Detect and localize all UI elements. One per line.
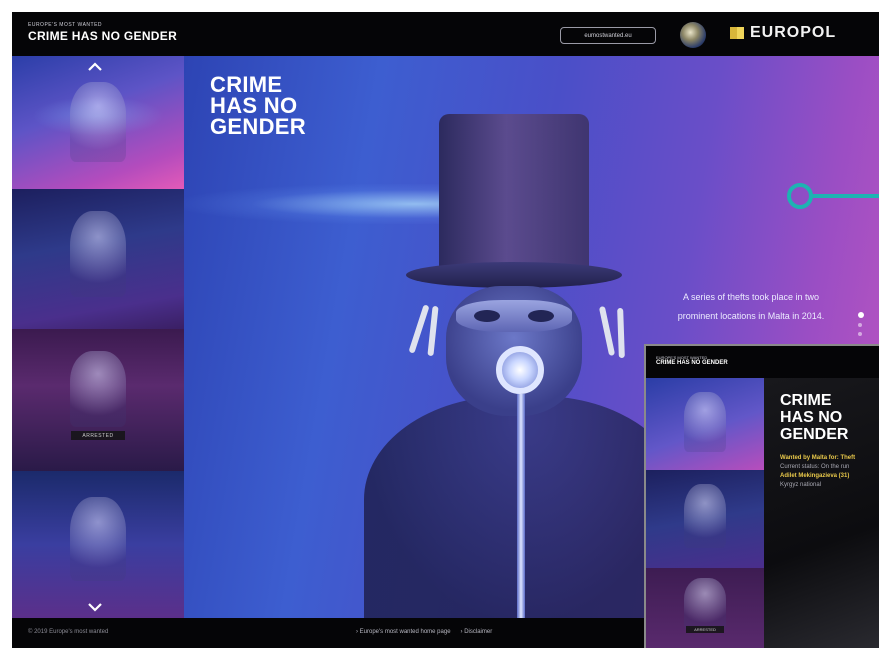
mobile-main: CRIME HAS NO GENDER Wanted by Malta for:… (764, 378, 879, 648)
cane-ring (496, 346, 544, 394)
key-icon (427, 305, 439, 357)
mobile-sidebar: ARRESTED (646, 378, 764, 648)
wanted-for-line: Wanted by Malta for: Theft (780, 455, 856, 461)
europol-mark-icon (730, 27, 744, 39)
cane (517, 394, 525, 618)
thumbnail-figure (684, 392, 726, 452)
key-icon (408, 304, 430, 354)
mobile-title-line: CRIME (780, 392, 832, 409)
pagination-dot[interactable] (858, 323, 862, 327)
pagination-dot[interactable] (858, 332, 862, 336)
copyright-text: © 2019 Europe's most wanted (28, 629, 109, 635)
mobile-preview: EUROPE'S MOST WANTED CRIME HAS NO GENDER… (644, 344, 879, 648)
europol-logo[interactable]: EUROPOL (730, 24, 836, 42)
hero-title-line: HAS NO (210, 93, 298, 118)
mobile-profile-info: Wanted by Malta for: Theft Current statu… (780, 454, 879, 490)
arrested-badge: ARRESTED (71, 431, 125, 440)
nationality-line: Kyrgyz national (780, 482, 822, 488)
profile-sidebar: ARRESTED (12, 56, 184, 618)
thumbnail-figure (70, 82, 126, 162)
status-line: Current status: On the run (780, 464, 850, 470)
mask-eye-left (474, 310, 500, 322)
brand-title: CRIME HAS NO GENDER (28, 29, 178, 43)
eu-seal-icon (680, 22, 706, 48)
hero-title-line: GENDER (210, 114, 306, 139)
hero-title: CRIME HAS NO GENDER (210, 72, 306, 139)
thumbnail-figure (684, 578, 726, 630)
pagination-dot-active[interactable] (858, 312, 864, 318)
profile-thumbnail-1[interactable] (12, 56, 184, 189)
profile-thumbnail-3[interactable]: ARRESTED (12, 329, 184, 471)
site-brand[interactable]: EUROPE'S MOST WANTED CRIME HAS NO GENDER (28, 22, 177, 43)
top-hat-brim (406, 262, 622, 288)
thumbnail-figure (684, 484, 726, 548)
chevron-up-icon[interactable] (88, 60, 102, 74)
mobile-thumbnail-2[interactable] (646, 470, 764, 568)
chevron-down-icon[interactable] (88, 600, 102, 614)
key-icon (598, 305, 616, 357)
thumbnail-figure (70, 497, 126, 581)
thumbnail-figure (70, 211, 126, 297)
site-url-button[interactable]: eumostwanted.eu (560, 27, 656, 44)
mobile-title: CRIME HAS NO GENDER (780, 392, 848, 443)
key-icon (617, 307, 625, 359)
europol-logo-text: EUROPOL (750, 24, 837, 41)
top-hat (439, 114, 589, 272)
timeline-connector-line (811, 194, 879, 198)
top-bar: EUROPE'S MOST WANTED CRIME HAS NO GENDER… (12, 12, 879, 56)
mobile-arrested-badge: ARRESTED (686, 626, 724, 633)
mobile-title-line: GENDER (780, 426, 849, 443)
hero-title-line: CRIME (210, 72, 283, 97)
mobile-thumbnail-3[interactable]: ARRESTED (646, 568, 764, 648)
profile-thumbnail-2[interactable] (12, 189, 184, 329)
mobile-title-line: HAS NO (780, 409, 843, 426)
mobile-top-bar: EUROPE'S MOST WANTED CRIME HAS NO GENDER (646, 346, 879, 378)
brand-subtitle: EUROPE'S MOST WANTED (28, 22, 103, 28)
mobile-thumbnail-1[interactable] (646, 378, 764, 470)
footer-links: › Europe's most wanted home page › Discl… (356, 629, 492, 635)
thumbnail-figure (70, 351, 126, 427)
mobile-brand[interactable]: EUROPE'S MOST WANTED CRIME HAS NO GENDER (656, 355, 728, 366)
timeline-ring-icon[interactable] (787, 183, 813, 209)
mask-eye-right (528, 310, 554, 322)
home-page-link[interactable]: › Europe's most wanted home page (356, 629, 451, 635)
profile-thumbnail-4[interactable] (12, 471, 184, 618)
disclaimer-link[interactable]: › Disclaimer (461, 629, 493, 635)
suspect-name: Adilet Mekingazieva (31) (780, 473, 850, 479)
story-description: A series of thefts took place in two pro… (677, 292, 825, 321)
story-pagination (858, 312, 864, 341)
mobile-brand-title: CRIME HAS NO GENDER (656, 360, 728, 366)
